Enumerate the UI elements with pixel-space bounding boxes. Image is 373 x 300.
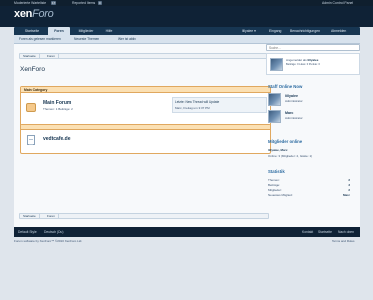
last-post-title[interactable]: Letzte: New Thread will Update: [175, 100, 219, 104]
avatar[interactable]: [268, 110, 281, 123]
site-logo[interactable]: xenForo: [14, 8, 54, 20]
footer-bar: Default Style Deutsch (Du) Kontakt Start…: [14, 227, 360, 237]
stat-label: Themen:: [268, 178, 280, 182]
whos-online-link[interactable]: Wer ist aktiv: [118, 35, 136, 44]
link-forum-block: vedtcafe.de: [20, 124, 271, 154]
forum-stats: Themen: 1 Beiträge: 2: [43, 107, 73, 111]
stat-row: Themen: 2: [268, 178, 350, 182]
statistics-title: Statistik: [268, 169, 285, 174]
footer-home-link[interactable]: Startseite: [318, 227, 332, 237]
logo-main: xen: [14, 8, 33, 20]
stat-value: 2: [348, 178, 350, 182]
members-online-title: Mitglieder online: [268, 139, 303, 144]
logged-in-prefix: Angemeldet als: [286, 58, 307, 62]
tab-forums[interactable]: Foren: [48, 27, 70, 35]
terms-link[interactable]: Terms and Rules: [332, 239, 355, 243]
staff-name[interactable]: lillyalee: [285, 94, 298, 98]
breadcrumb-home[interactable]: Startseite: [20, 54, 40, 58]
visitor-stats: Beiträge: 0 Likes: 0 Punkte: 0: [286, 63, 320, 66]
footer-contact-link[interactable]: Kontakt: [302, 227, 313, 237]
stat-row: Neuestes Mitglied: Marc: [268, 193, 350, 197]
copyright-text[interactable]: Forum software by XenForo™ ©2010 XenForo…: [14, 239, 82, 243]
breadcrumb-forums[interactable]: Foren: [44, 54, 59, 58]
logout-link[interactable]: Abmelden: [331, 27, 346, 35]
account-username: lillyalee: [242, 29, 254, 33]
search-input[interactable]: [266, 44, 360, 51]
last-post-box: Letzte: New Thread will Update Marc, Fre…: [172, 97, 267, 113]
link-forum-icon: [27, 135, 35, 145]
mark-forums-read-link[interactable]: Foren als gelesen markieren: [19, 35, 61, 44]
stat-row: Mitglieder: 2: [268, 188, 350, 192]
staff-role: Administrator: [285, 99, 303, 103]
online-counts: Online: 3 (Mitglieder: 2, Gäste: 1): [268, 154, 313, 158]
sub-navigation: Foren als gelesen markieren Neueste Them…: [14, 35, 360, 44]
notifications-link[interactable]: Benachrichtigungen: [290, 27, 320, 35]
avatar[interactable]: [270, 58, 283, 71]
posts-count: 2: [71, 107, 73, 111]
breadcrumb-top: Startseite Foren: [19, 53, 269, 59]
breadcrumb-forums[interactable]: Foren: [44, 214, 59, 218]
staff-name[interactable]: Marc: [285, 111, 293, 115]
breadcrumb-home[interactable]: Startseite: [20, 214, 40, 218]
account-menu-link[interactable]: lillyalee ▾: [242, 27, 256, 35]
stat-row: Beiträge: 3: [268, 183, 350, 187]
last-post-meta[interactable]: Marc, Freitag um 3:37 PM: [175, 106, 210, 110]
logo-sub: Foro: [32, 8, 54, 20]
staff-role: Administrator: [285, 116, 303, 120]
category-title[interactable]: Main Category: [21, 87, 270, 93]
page-title: XenForo: [20, 66, 45, 73]
tab-help[interactable]: Hilfe: [102, 27, 116, 35]
forum-unread-icon: [26, 103, 36, 112]
stat-value: 2: [348, 188, 350, 192]
stat-label: Mitglieder:: [268, 188, 282, 192]
visitor-panel: Angemeldet als lillyalee Beiträge: 0 Lik…: [266, 53, 360, 75]
link-forum-header: [21, 125, 270, 130]
posts-label: Beiträge:: [58, 107, 71, 111]
site-header: [0, 6, 373, 27]
stat-label: Beiträge:: [268, 183, 281, 187]
style-chooser-link[interactable]: Default Style: [18, 227, 37, 237]
stat-label: Neuestes Mitglied:: [268, 193, 293, 197]
main-navigation: Startseite Foren Mitglieder Hilfe lillya…: [14, 27, 360, 35]
logged-in-username[interactable]: lillyalee: [308, 58, 319, 62]
breadcrumb-bottom: Startseite Foren: [19, 213, 269, 219]
reported-count-badge: 0: [98, 1, 102, 5]
chevron-down-icon: ▾: [253, 29, 256, 33]
tab-members[interactable]: Mitglieder: [73, 27, 99, 35]
moderated-count-badge: 17: [51, 1, 57, 5]
threads-label: Themen:: [43, 107, 55, 111]
stat-value-newest-member[interactable]: Marc: [343, 193, 350, 197]
staff-online-title: Staff Online Now: [268, 84, 303, 89]
stat-value: 3: [348, 183, 350, 187]
footer-top-link[interactable]: Nach oben: [338, 227, 354, 237]
logged-in-line: Angemeldet als lillyalee: [286, 58, 318, 62]
inbox-link[interactable]: Eingang: [269, 27, 281, 35]
link-forum-title[interactable]: vedtcafe.de: [43, 136, 71, 142]
language-chooser-link[interactable]: Deutsch (Du): [44, 227, 63, 237]
online-members-list[interactable]: lillyalee, Marc: [268, 148, 288, 152]
new-threads-link[interactable]: Neueste Themen: [74, 35, 99, 44]
avatar[interactable]: [268, 93, 281, 106]
tab-home[interactable]: Startseite: [20, 27, 44, 35]
forum-title-main[interactable]: Main Forum: [43, 100, 71, 106]
